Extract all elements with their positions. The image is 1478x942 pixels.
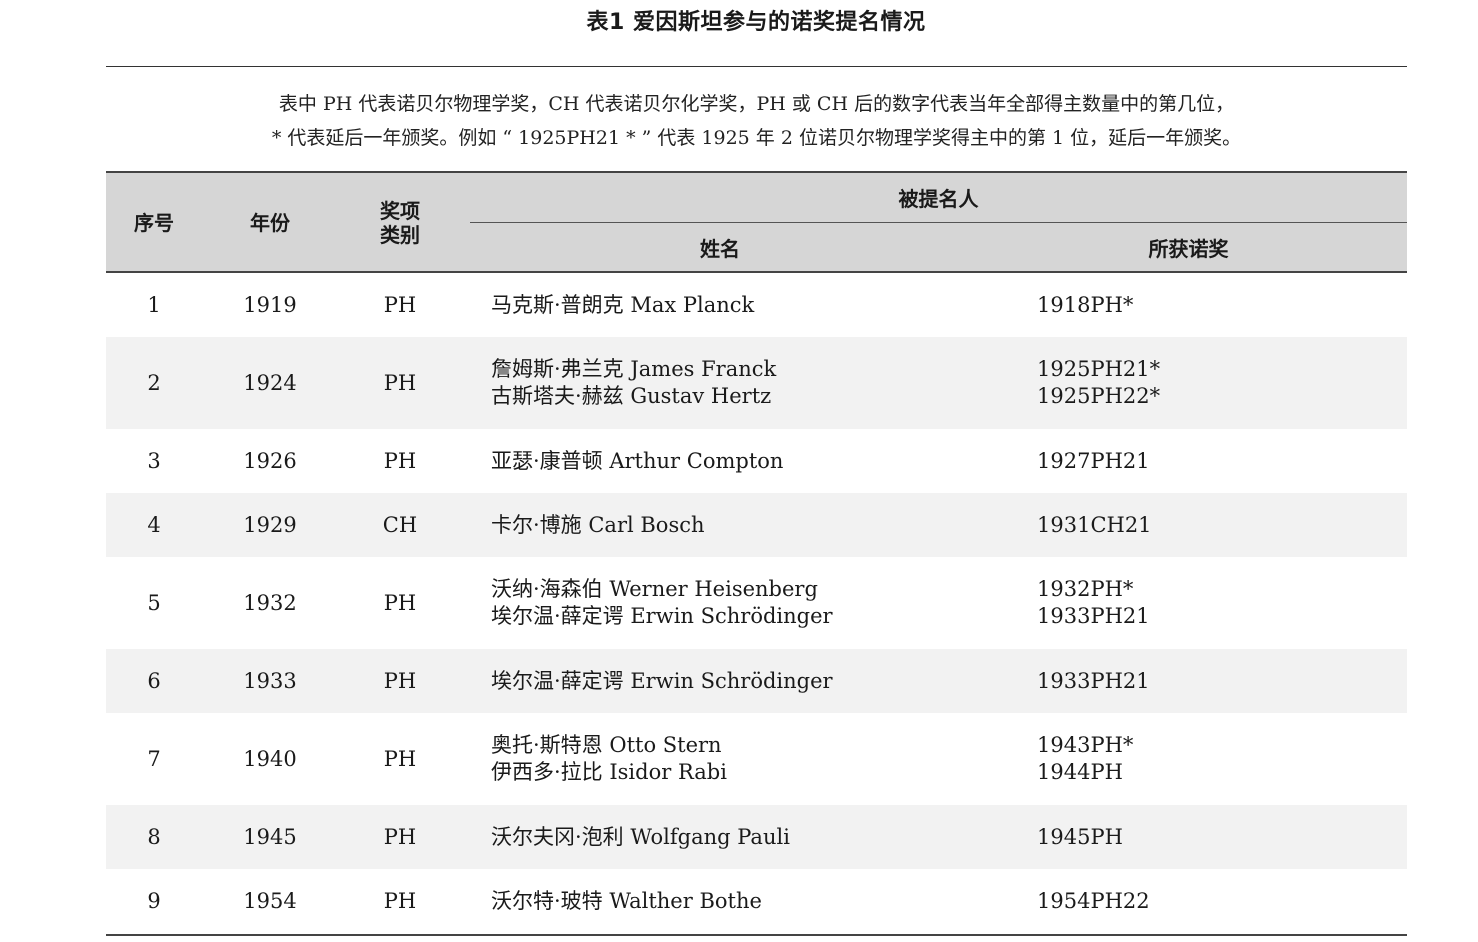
cell-prize-type: PH — [383, 889, 417, 913]
nominee-name: 亚瑟·康普顿 Arthur Compton — [491, 448, 784, 473]
header-prize-type: 奖项 类别 — [352, 199, 448, 247]
cell-names: 马克斯·普朗克 Max Planck — [491, 273, 991, 337]
note-line-1: 表中 PH 代表诺贝尔物理学奖，CH 代表诺贝尔化学奖，PH 或 CH 后的数字… — [278, 93, 1235, 115]
nominee-prize: 1944PH — [1037, 760, 1123, 784]
cell-index: 9 — [147, 889, 161, 913]
cell-prize-type: PH — [383, 370, 417, 395]
nomination-table: 序号 年份 奖项 类别 被提名人 姓名 所获诺奖 1 1919 PH 马克斯·普… — [106, 171, 1407, 936]
nominee-name: 沃纳·海森伯 Werner Heisenberg — [491, 577, 818, 601]
bottom-rule — [106, 934, 1407, 936]
cell-names: 沃尔特·玻特 Walther Bothe — [491, 869, 991, 934]
nominee-prize: 1925PH22* — [1037, 384, 1161, 408]
cell-prize-type: PH — [383, 448, 417, 473]
cell-prize-type: PH — [383, 824, 417, 849]
header-prize-type-line2: 类别 — [380, 223, 420, 247]
cell-year: 1954 — [243, 889, 297, 913]
nominee-name: 伊西多·拉比 Isidor Rabi — [491, 760, 727, 784]
cell-index: 2 — [147, 370, 161, 395]
nominee-prize: 1927PH21 — [1037, 448, 1150, 473]
header-nominee: 被提名人 — [898, 187, 979, 211]
nominee-name: 卡尔·博施 Carl Bosch — [491, 512, 705, 537]
nominee-prize: 1933PH21 — [1037, 668, 1150, 693]
cell-names: 詹姆斯·弗兰克 James Franck 古斯塔夫·赫兹 Gustav Hert… — [491, 337, 991, 429]
table-row: 5 1932 PH 沃纳·海森伯 Werner Heisenberg 埃尔温·薛… — [106, 557, 1407, 649]
header-index: 序号 — [134, 211, 174, 235]
nominee-prize: 1945PH — [1037, 824, 1123, 849]
table-row: 4 1929 CH 卡尔·博施 Carl Bosch 1931CH21 — [106, 493, 1407, 557]
nominee-prize: 1932PH* — [1037, 577, 1134, 601]
nominee-prize: 1933PH21 — [1037, 604, 1150, 628]
nominee-prize: 1925PH21* — [1037, 357, 1161, 381]
table-row: 7 1940 PH 奥托·斯特恩 Otto Stern 伊西多·拉比 Isido… — [106, 713, 1407, 805]
cell-prizes: 1927PH21 — [1037, 429, 1397, 493]
table-note: 表中 PH 代表诺贝尔物理学奖，CH 代表诺贝尔化学奖，PH 或 CH 后的数字… — [106, 87, 1407, 155]
cell-prizes: 1932PH* 1933PH21 — [1037, 557, 1397, 649]
header-prize-type-line1: 奖项 — [380, 199, 420, 223]
cell-names: 埃尔温·薛定谔 Erwin Schrödinger — [491, 649, 991, 713]
cell-prize-type: CH — [382, 512, 418, 537]
nominee-name: 埃尔温·薛定谔 Erwin Schrödinger — [491, 604, 833, 628]
table-row: 9 1954 PH 沃尔特·玻特 Walther Bothe 1954PH22 — [106, 869, 1407, 934]
cell-year: 1933 — [243, 668, 297, 693]
cell-year: 1940 — [243, 746, 297, 771]
nominee-prize: 1931CH21 — [1037, 512, 1152, 537]
header-name: 姓名 — [700, 237, 740, 261]
cell-year: 1919 — [243, 292, 297, 317]
nominee-name: 马克斯·普朗克 Max Planck — [491, 292, 755, 317]
nominee-name: 奥托·斯特恩 Otto Stern — [491, 733, 722, 757]
cell-names: 沃尔夫冈·泡利 Wolfgang Pauli — [491, 805, 991, 869]
nominee-name: 沃尔特·玻特 Walther Bothe — [491, 889, 762, 913]
cell-names: 沃纳·海森伯 Werner Heisenberg 埃尔温·薛定谔 Erwin S… — [491, 557, 991, 649]
cell-index: 5 — [147, 590, 161, 615]
table-row: 1 1919 PH 马克斯·普朗克 Max Planck 1918PH* — [106, 273, 1407, 337]
cell-year: 1924 — [243, 370, 297, 395]
cell-names: 亚瑟·康普顿 Arthur Compton — [491, 429, 991, 493]
cell-year: 1932 — [243, 590, 297, 615]
cell-prizes: 1931CH21 — [1037, 493, 1397, 557]
cell-year: 1929 — [243, 512, 297, 537]
header-divider — [470, 222, 1407, 223]
cell-names: 奥托·斯特恩 Otto Stern 伊西多·拉比 Isidor Rabi — [491, 713, 991, 805]
cell-prizes: 1943PH* 1944PH — [1037, 713, 1397, 805]
cell-year: 1945 — [243, 824, 297, 849]
cell-year: 1926 — [243, 448, 297, 473]
table-row: 6 1933 PH 埃尔温·薛定谔 Erwin Schrödinger 1933… — [106, 649, 1407, 713]
table-title: 表1 爱因斯坦参与的诺奖提名情况 — [586, 10, 926, 35]
cell-index: 8 — [147, 824, 161, 849]
nominee-name: 詹姆斯·弗兰克 James Franck — [491, 357, 777, 381]
cell-prizes: 1954PH22 — [1037, 869, 1397, 934]
cell-index: 7 — [147, 746, 161, 771]
nominee-prize: 1943PH* — [1037, 733, 1134, 757]
cell-prizes: 1945PH — [1037, 805, 1397, 869]
cell-prize-type: PH — [383, 292, 417, 317]
cell-index: 6 — [147, 668, 161, 693]
cell-index: 1 — [147, 292, 161, 317]
cell-prizes: 1918PH* — [1037, 273, 1397, 337]
table-header: 序号 年份 奖项 类别 被提名人 姓名 所获诺奖 — [106, 171, 1407, 273]
cell-prize-type: PH — [383, 746, 417, 771]
cell-names: 卡尔·博施 Carl Bosch — [491, 493, 991, 557]
cell-prizes: 1925PH21* 1925PH22* — [1037, 337, 1397, 429]
top-rule — [106, 66, 1407, 67]
nominee-prize: 1918PH* — [1037, 292, 1134, 317]
cell-index: 3 — [147, 448, 161, 473]
cell-prize-type: PH — [383, 590, 417, 615]
nominee-prize: 1954PH22 — [1037, 889, 1150, 913]
table-row: 3 1926 PH 亚瑟·康普顿 Arthur Compton 1927PH21 — [106, 429, 1407, 493]
header-prize: 所获诺奖 — [1148, 237, 1229, 261]
cell-index: 4 — [147, 512, 161, 537]
nominee-name: 沃尔夫冈·泡利 Wolfgang Pauli — [491, 824, 790, 849]
note-line-2: * 代表延后一年颁奖。例如 “ 1925PH21 * ” 代表 1925 年 2… — [271, 127, 1242, 149]
nominee-name: 古斯塔夫·赫兹 Gustav Hertz — [491, 384, 772, 408]
cell-prizes: 1933PH21 — [1037, 649, 1397, 713]
nominee-name: 埃尔温·薛定谔 Erwin Schrödinger — [491, 668, 833, 693]
cell-prize-type: PH — [383, 668, 417, 693]
table-row: 8 1945 PH 沃尔夫冈·泡利 Wolfgang Pauli 1945PH — [106, 805, 1407, 869]
header-year: 年份 — [250, 211, 290, 235]
table-row: 2 1924 PH 詹姆斯·弗兰克 James Franck 古斯塔夫·赫兹 G… — [106, 337, 1407, 429]
